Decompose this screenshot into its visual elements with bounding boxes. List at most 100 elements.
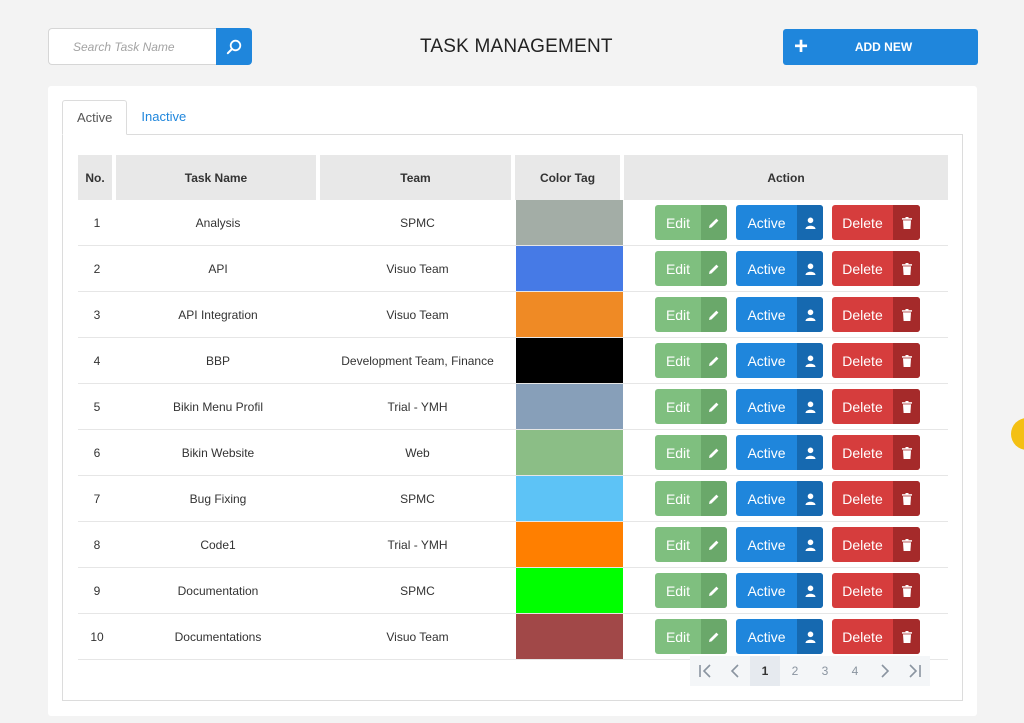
active-button[interactable]: Active: [736, 481, 823, 516]
active-button[interactable]: Active: [736, 343, 823, 378]
tab-inactive[interactable]: Inactive: [127, 100, 200, 135]
active-button[interactable]: Active: [736, 573, 823, 608]
table-row: 3 API Integration Visuo Team Edit Active Dele…: [78, 292, 948, 338]
edit-button[interactable]: Edit: [655, 619, 727, 654]
active-button[interactable]: Active: [736, 297, 823, 332]
user-icon: [805, 401, 815, 413]
cell-no: 9: [78, 568, 116, 614]
cell-team: Visuo Team: [320, 614, 515, 660]
pencil-icon: [709, 494, 719, 504]
action-group: Edit Active Delete: [624, 481, 948, 516]
pagination: 1 2 3 4: [690, 656, 930, 686]
cell-no: 7: [78, 476, 116, 522]
search-input[interactable]: [48, 28, 216, 65]
action-group: Edit Active Delete: [624, 251, 948, 286]
color-swatch: [516, 476, 623, 521]
prev-page-button[interactable]: [720, 656, 750, 686]
action-group: Edit Active Delete: [624, 389, 948, 424]
user-icon: [805, 309, 815, 321]
table-row: 9 Documentation SPMC Edit Active Delete: [78, 568, 948, 614]
table-row: 5 Bikin Menu Profil Trial - YMH Edit Active D…: [78, 384, 948, 430]
column-header-team[interactable]: Team: [320, 155, 515, 200]
column-header-no[interactable]: No.: [78, 155, 116, 200]
edit-button[interactable]: Edit: [655, 481, 727, 516]
cell-color-tag: [515, 200, 624, 246]
color-swatch: [516, 292, 623, 337]
edit-button[interactable]: Edit: [655, 435, 727, 470]
edit-label: Edit: [665, 444, 691, 461]
active-button[interactable]: Active: [736, 435, 823, 470]
page-button-2[interactable]: 2: [780, 656, 810, 686]
cell-color-tag: [515, 246, 624, 292]
trash-icon: [901, 262, 912, 275]
edit-label: Edit: [665, 536, 691, 553]
user-icon: [805, 263, 815, 275]
page-button-1[interactable]: 1: [750, 656, 780, 686]
delete-button[interactable]: Delete: [832, 619, 920, 654]
tab-active[interactable]: Active: [62, 100, 128, 135]
pencil-icon: [709, 310, 719, 320]
trash-icon: [901, 308, 912, 321]
cell-no: 6: [78, 430, 116, 476]
delete-button[interactable]: Delete: [832, 297, 920, 332]
active-button[interactable]: Active: [736, 251, 823, 286]
cell-task-name: Code1: [116, 522, 320, 568]
active-label: Active: [747, 490, 786, 507]
edit-button[interactable]: Edit: [655, 527, 727, 562]
cell-task-name: Bikin Menu Profil: [116, 384, 320, 430]
delete-button[interactable]: Delete: [832, 435, 920, 470]
cell-no: 3: [78, 292, 116, 338]
active-button[interactable]: Active: [736, 527, 823, 562]
search-button[interactable]: [216, 28, 252, 65]
task-card: Active Inactive No. Task Name Team Color…: [48, 86, 977, 716]
active-button[interactable]: Active: [736, 205, 823, 240]
delete-button[interactable]: Delete: [832, 527, 920, 562]
next-page-button[interactable]: [870, 656, 900, 686]
first-page-button[interactable]: [690, 656, 720, 686]
edit-button[interactable]: Edit: [655, 297, 727, 332]
edit-button[interactable]: Edit: [655, 343, 727, 378]
pencil-icon: [709, 218, 719, 228]
edit-button[interactable]: Edit: [655, 205, 727, 240]
cell-team: Development Team, Finance: [320, 338, 515, 384]
cell-no: 4: [78, 338, 116, 384]
trash-icon: [901, 400, 912, 413]
page-button-4[interactable]: 4: [840, 656, 870, 686]
cell-team: Trial - YMH: [320, 384, 515, 430]
cell-team: Visuo Team: [320, 292, 515, 338]
cell-no: 10: [78, 614, 116, 660]
user-icon: [805, 539, 815, 551]
active-button[interactable]: Active: [736, 619, 823, 654]
delete-button[interactable]: Delete: [832, 389, 920, 424]
delete-button[interactable]: Delete: [832, 573, 920, 608]
tab-bar: Active Inactive: [62, 100, 200, 135]
floating-help-button[interactable]: [1011, 418, 1024, 450]
cell-no: 5: [78, 384, 116, 430]
page-button-3[interactable]: 3: [810, 656, 840, 686]
delete-button[interactable]: Delete: [832, 343, 920, 378]
table-row: 10 Documentations Visuo Team Edit Active Dele…: [78, 614, 948, 660]
active-label: Active: [747, 306, 786, 323]
edit-button[interactable]: Edit: [655, 573, 727, 608]
delete-label: Delete: [842, 398, 883, 415]
delete-button[interactable]: Delete: [832, 205, 920, 240]
table-row: 8 Code1 Trial - YMH Edit Active Delete: [78, 522, 948, 568]
last-page-button[interactable]: [900, 656, 930, 686]
table-row: 2 API Visuo Team Edit Active Delete: [78, 246, 948, 292]
active-label: Active: [747, 398, 786, 415]
column-header-color-tag[interactable]: Color Tag: [515, 155, 624, 200]
delete-button[interactable]: Delete: [832, 251, 920, 286]
trash-icon: [901, 446, 912, 459]
edit-button[interactable]: Edit: [655, 389, 727, 424]
cell-color-tag: [515, 430, 624, 476]
active-button[interactable]: Active: [736, 389, 823, 424]
cell-actions: Edit Active Delete: [624, 522, 948, 568]
last-page-icon: [909, 664, 921, 678]
delete-label: Delete: [842, 628, 883, 645]
active-label: Active: [747, 444, 786, 461]
add-new-button[interactable]: + ADD NEW: [783, 29, 978, 65]
edit-button[interactable]: Edit: [655, 251, 727, 286]
delete-button[interactable]: Delete: [832, 481, 920, 516]
cell-actions: Edit Active Delete: [624, 568, 948, 614]
column-header-task-name[interactable]: Task Name: [116, 155, 320, 200]
